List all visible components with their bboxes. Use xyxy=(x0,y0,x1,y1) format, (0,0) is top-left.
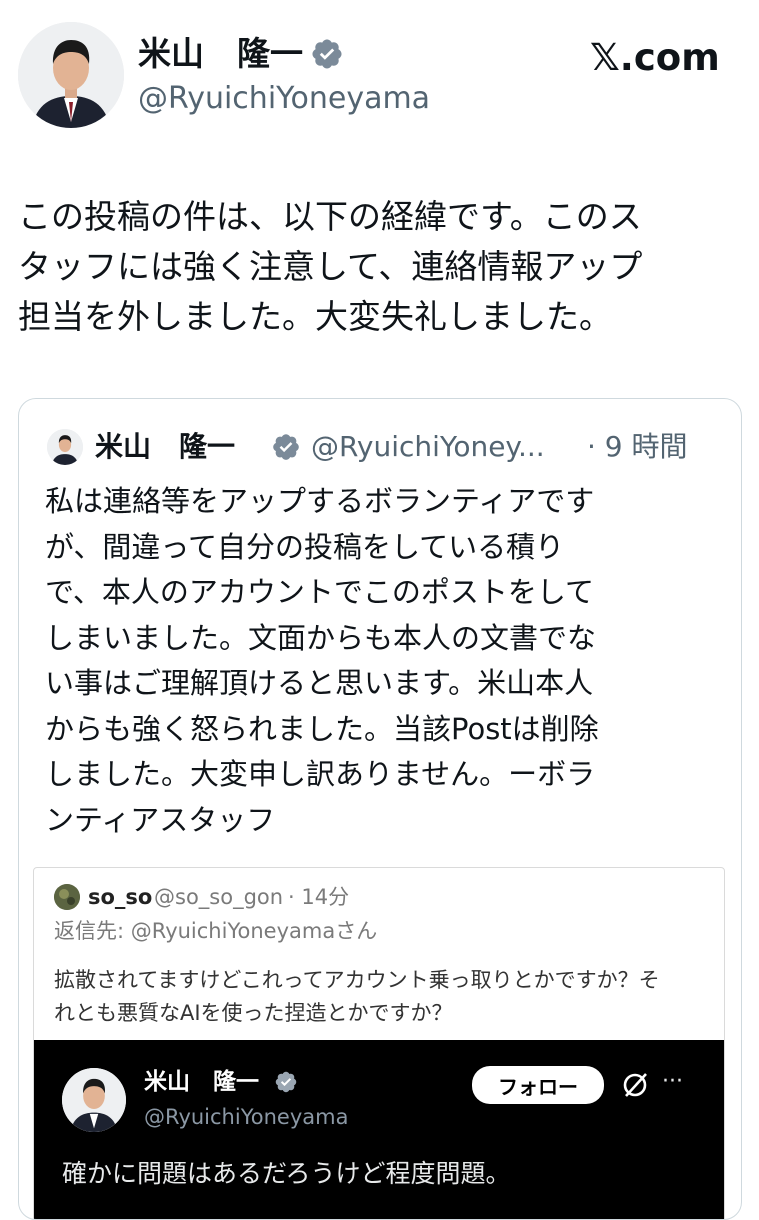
more-icon: ··· xyxy=(662,1069,683,1094)
post-body-line: 担当を外しました。大変失礼しました。 xyxy=(18,297,612,336)
quote-body: 私は連絡等をアップするボランティアです が、間違って自分の投稿をしている積り で… xyxy=(45,479,725,843)
quote-avatar xyxy=(47,429,83,465)
author-handle[interactable]: @RyuichiYoneyama xyxy=(138,80,430,118)
nested-body: 拡散されてますけどこれってアカウント乗っ取りとかですか？そ れとも悪質なAIを使… xyxy=(54,964,714,1030)
quote-body-line: ンティアスタッフ xyxy=(45,802,276,837)
site-watermark: 𝕏.com xyxy=(590,36,720,79)
avatar-portrait xyxy=(18,22,124,128)
quote-body-line: 私は連絡等をアップするボランティアです xyxy=(45,484,595,518)
quote-body-line: い事はご理解頂けると思います。米山本人 xyxy=(45,666,594,700)
quote-handle: @RyuichiYoney... xyxy=(311,430,545,463)
dark-post-author-name: 米山 隆一 xyxy=(144,1069,259,1095)
quote-body-line: が、間違って自分の投稿をしている積り xyxy=(45,529,565,564)
verified-badge-icon xyxy=(274,1070,298,1098)
nested-handle: @so_so_gon xyxy=(154,885,284,909)
dark-post-body: 確かに問題はあるだろうけど程度問題。 xyxy=(62,1159,511,1188)
post-body-line: タッフには強く注意して、連絡情報アップ xyxy=(18,247,643,286)
grok-icon xyxy=(620,1070,650,1104)
quote-body-line: で、本人のアカウントでこのポストをして xyxy=(45,575,594,609)
verified-badge-icon xyxy=(271,432,301,466)
quote-body-line: からも強く怒られました。当該Postは削除 xyxy=(45,711,599,746)
follow-button: フォロー xyxy=(472,1066,604,1104)
author-name[interactable]: 米山 隆一 xyxy=(138,34,303,74)
nested-time: · 14分 xyxy=(288,885,350,909)
dark-post-handle: @RyuichiYoneyama xyxy=(144,1105,349,1129)
verified-badge-icon xyxy=(310,37,344,75)
quoted-post-card[interactable]: 米山 隆一 @RyuichiYoney... · 9 時間 私は連絡等をアップす… xyxy=(18,398,742,1220)
quote-author-name: 米山 隆一 xyxy=(95,430,236,463)
nested-avatar xyxy=(54,884,80,910)
quote-body-line: しました。大変申し訳ありません。ーボラ xyxy=(45,757,596,791)
quote-body-line: しまいました。文面からも本人の文書でな xyxy=(45,620,597,655)
nested-body-line: 拡散されてますけどこれってアカウント乗っ取りとかですか？そ xyxy=(54,968,660,992)
post-body: この投稿の件は、以下の経緯です。このス タッフには強く注意して、連絡情報アップ … xyxy=(18,192,748,342)
nested-reply-to: 返信先: @RyuichiYoneyamaさん xyxy=(54,919,378,943)
author-avatar[interactable] xyxy=(18,22,124,128)
attached-screenshot-image[interactable]: so_so @so_so_gon · 14分 返信先: @RyuichiYone… xyxy=(33,867,725,1219)
nested-author-name: so_so xyxy=(88,885,153,909)
embedded-dark-post: 米山 隆一 @RyuichiYoneyama フォロー ··· 確かに問題はある… xyxy=(34,1040,724,1219)
dark-post-avatar xyxy=(62,1068,126,1132)
post-body-line: この投稿の件は、以下の経緯です。このス xyxy=(18,197,642,236)
nested-body-line: れとも悪質なAIを使った捏造とかですか？ xyxy=(54,1001,453,1025)
quote-time: · 9 時間 xyxy=(587,430,688,463)
